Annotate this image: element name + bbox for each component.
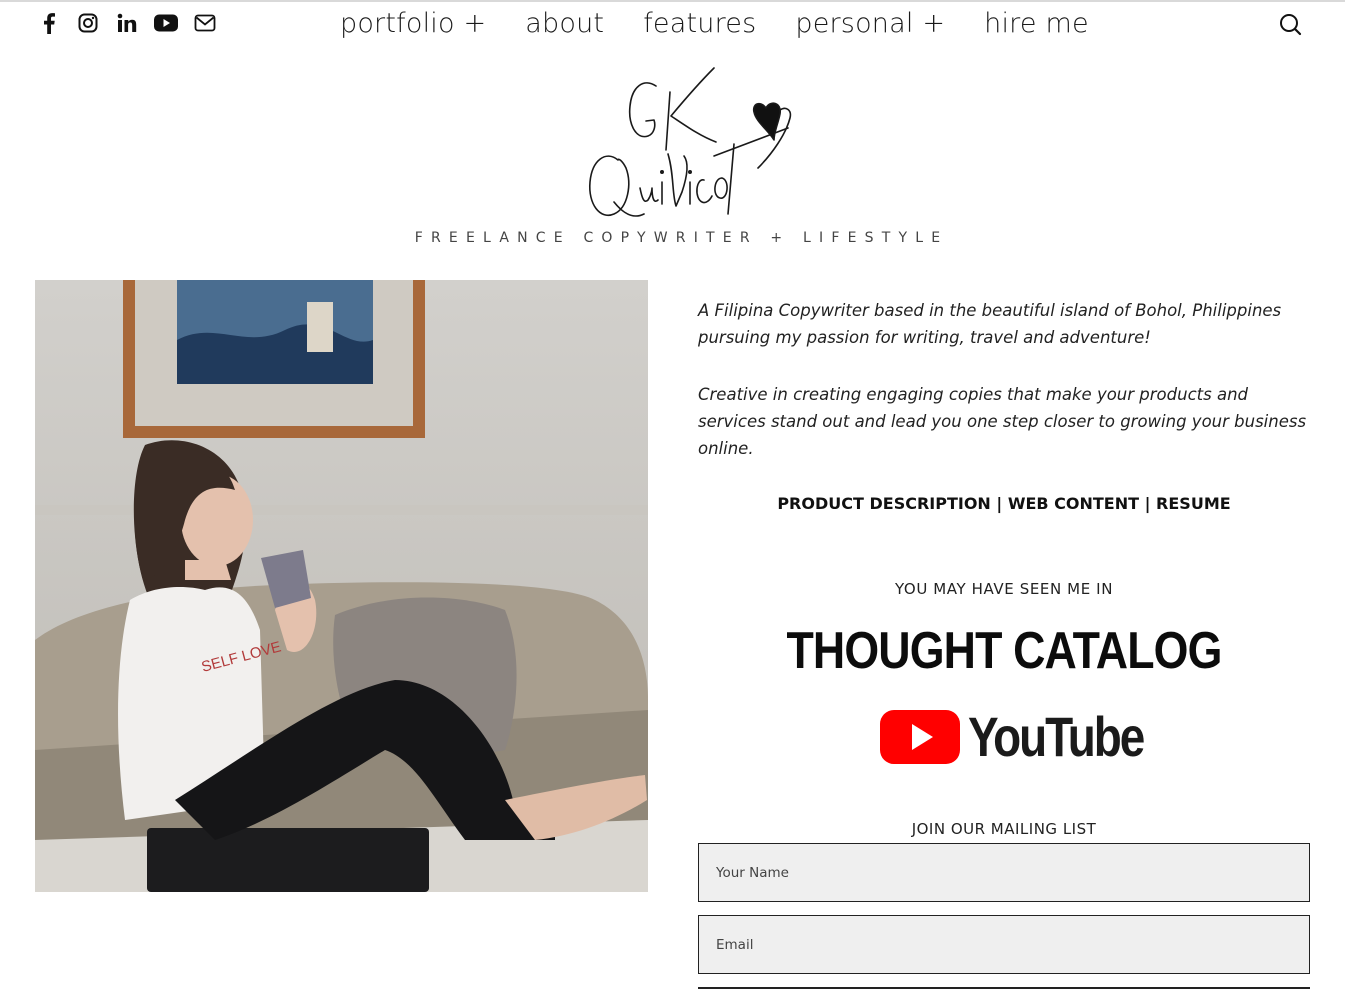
search-icon[interactable] xyxy=(1276,10,1304,38)
youtube-play-icon xyxy=(880,710,960,764)
name-field[interactable] xyxy=(698,843,1310,902)
mail-icon[interactable] xyxy=(192,10,218,36)
main-nav: portfolio + about features personal + hi… xyxy=(340,6,1128,42)
top-border xyxy=(0,0,1345,2)
email-field[interactable] xyxy=(698,915,1310,974)
youtube-logo[interactable]: YouTube xyxy=(880,706,1182,768)
nav-portfolio[interactable]: portfolio + xyxy=(340,6,486,42)
facebook-icon[interactable] xyxy=(36,10,62,36)
form-divider xyxy=(698,987,1310,989)
youtube-icon[interactable] xyxy=(153,10,179,36)
intro-paragraph-2: Creative in creating engaging copies tha… xyxy=(698,385,1307,458)
mailing-list-heading: JOIN OUR MAILING LIST xyxy=(911,820,1097,838)
nav-about[interactable]: about xyxy=(525,6,604,42)
site-logo[interactable] xyxy=(582,64,798,224)
link-separator: | xyxy=(1144,494,1151,513)
product-description-link[interactable]: PRODUCT DESCRIPTION xyxy=(777,494,990,513)
social-links xyxy=(36,10,218,36)
nav-personal[interactable]: personal + xyxy=(795,6,945,42)
nav-hire-me[interactable]: hire me xyxy=(984,6,1089,42)
resume-link[interactable]: RESUME xyxy=(1156,494,1231,513)
profile-photo: SELF LOVE xyxy=(35,280,648,892)
link-separator: | xyxy=(996,494,1003,513)
linkedin-icon[interactable] xyxy=(114,10,140,36)
youtube-wordmark: YouTube xyxy=(968,705,1145,768)
thought-catalog-logo[interactable]: THOUGHT CATALOG xyxy=(741,618,1267,684)
instagram-icon[interactable] xyxy=(75,10,101,36)
web-content-link[interactable]: WEB CONTENT xyxy=(1008,494,1139,513)
portfolio-links: PRODUCT DESCRIPTION | WEB CONTENT | RESU… xyxy=(698,494,1310,513)
featured-heading: YOU MAY HAVE SEEN ME IN xyxy=(894,580,1114,598)
nav-features[interactable]: features xyxy=(643,6,756,42)
site-tagline: FREELANCE COPYWRITER + LIFESTYLE xyxy=(414,230,949,246)
intro-paragraph-1: A Filipina Copywriter based in the beaut… xyxy=(698,301,1282,347)
